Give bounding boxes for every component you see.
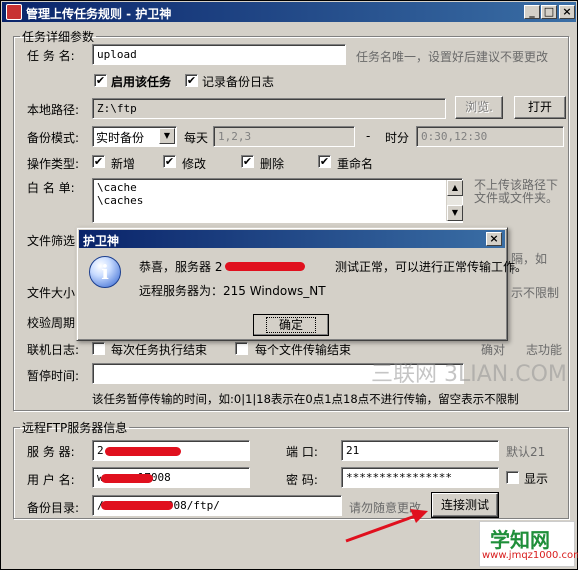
user-label: 用 户 名: (27, 473, 75, 487)
dialog-ok-button[interactable]: 确定 (253, 314, 329, 336)
op-type-label: 操作类型: (27, 157, 80, 171)
backup-dir-label: 备份目录: (27, 501, 80, 515)
pause-time-label: 暂停时间: (27, 369, 80, 383)
window-title: 管理上传任务规则 - 护卫神 (26, 7, 172, 21)
enable-task-label: 启用该任务 (111, 75, 172, 89)
op-delete-checkbox[interactable]: ✔ (241, 155, 254, 168)
pause-time-hint: 该任务暂停传输的时间，如:0|1|18表示在0点1点18点不进行传输，留空表示不… (92, 392, 519, 406)
task-name-label: 任 务 名: (27, 49, 75, 63)
local-path-input[interactable]: Z:\ftp (92, 98, 446, 119)
op-rename-checkbox[interactable]: ✔ (318, 155, 331, 168)
show-password-label: 显示 (524, 472, 549, 486)
annotation-arrow-icon (345, 509, 428, 543)
log-backup-checkbox[interactable]: ✔ (185, 74, 198, 87)
whitelist-label: 白 名 单: (27, 181, 75, 195)
time-input[interactable]: 0:30,12:30 (416, 126, 564, 147)
app-window: 管理上传任务规则 - 护卫神 _ □ × 任务详细参数 任 务 名: uploa… (0, 0, 578, 570)
ftp-server-legend: 远程FTP服务器信息 (22, 421, 128, 435)
redaction-mark (101, 474, 153, 483)
online-log-opt1-label: 每次任务执行结束 (111, 343, 208, 357)
server-label: 服 务 器: (27, 445, 75, 459)
task-name-hint: 任务名唯一，设置好后建议不要更改 (356, 50, 549, 64)
online-log-opt1-checkbox[interactable] (92, 342, 105, 355)
maximize-button[interactable]: □ (541, 5, 557, 19)
scroll-up-icon[interactable]: ▲ (447, 180, 463, 196)
port-input[interactable]: 21 (341, 440, 499, 461)
backup-mode-value: 实时备份 (96, 131, 145, 145)
password-label: 密 码: (286, 473, 318, 487)
minimize-button[interactable]: _ (524, 5, 540, 19)
time-label: 时分 (385, 131, 410, 145)
file-size-label: 文件大小 (27, 286, 76, 300)
log-backup-label: 记录备份日志 (202, 75, 275, 89)
whitelist-line: \cache (97, 181, 137, 194)
dialog-title-bar[interactable]: 护卫神 × (79, 230, 505, 248)
dialog-message-suffix: 测试正常，可以进行正常传输工作。 (335, 260, 528, 274)
every-day-label: 每天 (184, 131, 209, 145)
message-dialog: 护卫神 × i 恭喜，服务器 2 测试正常，可以进行正常传输工作。 远程服务器为… (76, 227, 527, 341)
whitelist-scrollbar[interactable]: ▲ ▼ (446, 180, 463, 221)
connection-test-button[interactable]: 连接测试 (431, 492, 499, 518)
watermark-3lian: 三联网 3LIAN.COM (371, 362, 567, 387)
backup-mode-select[interactable]: 实时备份 ▼ (92, 126, 177, 147)
info-icon: i (89, 256, 121, 288)
local-path-label: 本地路径: (27, 103, 80, 117)
dialog-ok-label: 确定 (265, 317, 316, 333)
enable-task-checkbox[interactable]: ✔ (94, 74, 107, 87)
whitelist-hint-2: 文件或文件夹。 (474, 191, 559, 205)
watermark-jmqz-logo: 学知网 www.jmqz1000.com (479, 521, 578, 567)
browse-button[interactable]: 浏览. (455, 96, 503, 119)
op-delete-label: 删除 (260, 157, 285, 171)
close-button[interactable]: × (559, 5, 575, 19)
server-value: 2 (97, 444, 104, 457)
app-shield-icon (6, 4, 22, 20)
dialog-close-button[interactable]: × (486, 232, 502, 246)
task-params-legend: 任务详细参数 (22, 30, 95, 44)
online-log-opt2-label: 每个文件传输结束 (255, 343, 352, 357)
dialog-title: 护卫神 (83, 234, 120, 248)
task-name-input[interactable]: upload (92, 44, 346, 65)
online-log-opt2-checkbox[interactable] (235, 342, 248, 355)
op-rename-label: 重命名 (337, 157, 374, 171)
backup-mode-label: 备份模式: (27, 131, 80, 145)
password-input[interactable]: **************** (341, 467, 499, 488)
verify-period-label: 校验周期 (27, 316, 76, 330)
chevron-down-icon[interactable]: ▼ (159, 128, 175, 144)
range-dash: - (366, 129, 371, 143)
show-password-checkbox[interactable] (506, 471, 519, 484)
every-day-input[interactable]: 1,2,3 (213, 126, 355, 147)
online-log-label: 联机日志: (27, 343, 80, 357)
watermark-jmqz-title: 学知网 (490, 528, 550, 552)
redaction-mark (105, 447, 181, 456)
op-modify-label: 修改 (182, 157, 207, 171)
dialog-server-info: 远程服务器为：215 Windows_NT (139, 284, 326, 298)
whitelist-textarea[interactable]: \cache \caches (92, 178, 463, 223)
redaction-mark (225, 262, 305, 271)
scroll-down-icon[interactable]: ▼ (447, 205, 463, 221)
watermark-jmqz-url: www.jmqz1000.com (482, 550, 578, 561)
title-bar[interactable]: 管理上传任务规则 - 护卫神 _ □ × (2, 2, 576, 22)
op-modify-checkbox[interactable]: ✔ (163, 155, 176, 168)
port-label: 端 口: (286, 445, 318, 459)
op-new-checkbox[interactable]: ✔ (92, 155, 105, 168)
redaction-mark (101, 501, 173, 510)
dialog-message-prefix: 恭喜，服务器 2 (139, 260, 223, 274)
whitelist-line: \caches (97, 194, 144, 207)
op-new-label: 新增 (111, 157, 136, 171)
file-filter-label: 文件筛选 (27, 234, 76, 248)
file-size-hint: 示不限制 (511, 286, 560, 300)
port-default-hint: 默认21 (506, 445, 546, 459)
open-button[interactable]: 打开 (514, 96, 566, 119)
